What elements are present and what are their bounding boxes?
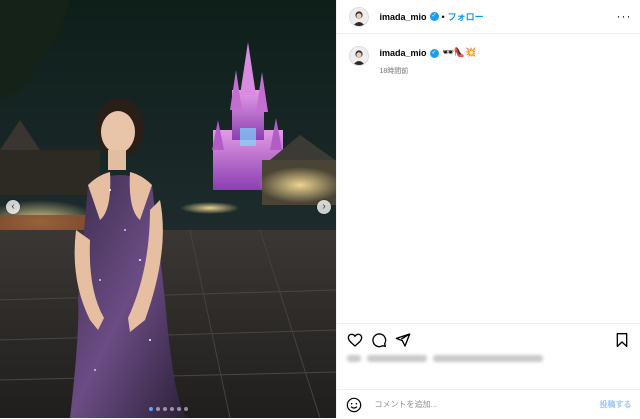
carousel-dot <box>163 407 167 411</box>
comment-icon[interactable] <box>371 332 387 348</box>
carousel-dot <box>149 407 153 411</box>
avatar[interactable] <box>349 46 370 66</box>
more-options-icon[interactable]: ··· <box>616 9 631 23</box>
post-comment-button[interactable]: 投稿する <box>599 399 631 410</box>
caption-body: imada_mio ✓ 🕶👠💥 18時間前 <box>379 48 476 76</box>
caption-line: imada_mio ✓ 🕶👠💥 <box>379 48 476 58</box>
carousel-prev-button[interactable]: ‹ <box>6 200 20 214</box>
instagram-post-view: ‹ › imada_mio ✓ • フォロー ··· imada_mio ✓ 🕶… <box>0 0 640 418</box>
post-header: imada_mio ✓ • フォロー ··· <box>337 0 640 34</box>
carousel-dot <box>170 407 174 411</box>
liker-names <box>367 355 428 362</box>
comment-bar: 投稿する <box>337 389 640 419</box>
caption: imada_mio ✓ 🕶👠💥 18時間前 <box>347 46 476 76</box>
action-bar <box>337 323 640 354</box>
heart-icon[interactable] <box>347 332 363 348</box>
post-side-panel: imada_mio ✓ • フォロー ··· imada_mio ✓ 🕶👠💥 1… <box>336 0 640 418</box>
carousel-indicator <box>0 407 336 411</box>
verified-badge-icon: ✓ <box>429 12 439 21</box>
share-icon[interactable] <box>395 332 411 348</box>
carousel-dot <box>184 407 188 411</box>
comment-input[interactable] <box>372 399 582 410</box>
avatar-image <box>350 47 369 65</box>
follow-button[interactable]: フォロー <box>448 10 484 23</box>
post-photo[interactable]: ‹ › <box>0 0 337 418</box>
verified-badge-icon: ✓ <box>429 48 439 58</box>
likes-text <box>433 355 544 362</box>
carousel-dot <box>156 407 160 411</box>
avatar-image <box>350 7 369 26</box>
avatar[interactable] <box>349 6 370 27</box>
separator-dot: • <box>441 11 445 22</box>
post-timestamp[interactable]: 18時間前 <box>379 66 476 76</box>
photo-illustration <box>0 0 337 418</box>
carousel-dot <box>177 407 181 411</box>
caption-emojis: 🕶👠💥 <box>442 48 477 58</box>
liker-avatar <box>347 355 362 362</box>
caption-username-link[interactable]: imada_mio <box>379 48 426 58</box>
likes-summary[interactable] <box>347 355 549 362</box>
smiley-icon[interactable] <box>346 397 362 413</box>
carousel-next-button[interactable]: › <box>317 200 331 214</box>
username-link[interactable]: imada_mio <box>379 12 426 22</box>
bookmark-icon[interactable] <box>614 332 630 348</box>
